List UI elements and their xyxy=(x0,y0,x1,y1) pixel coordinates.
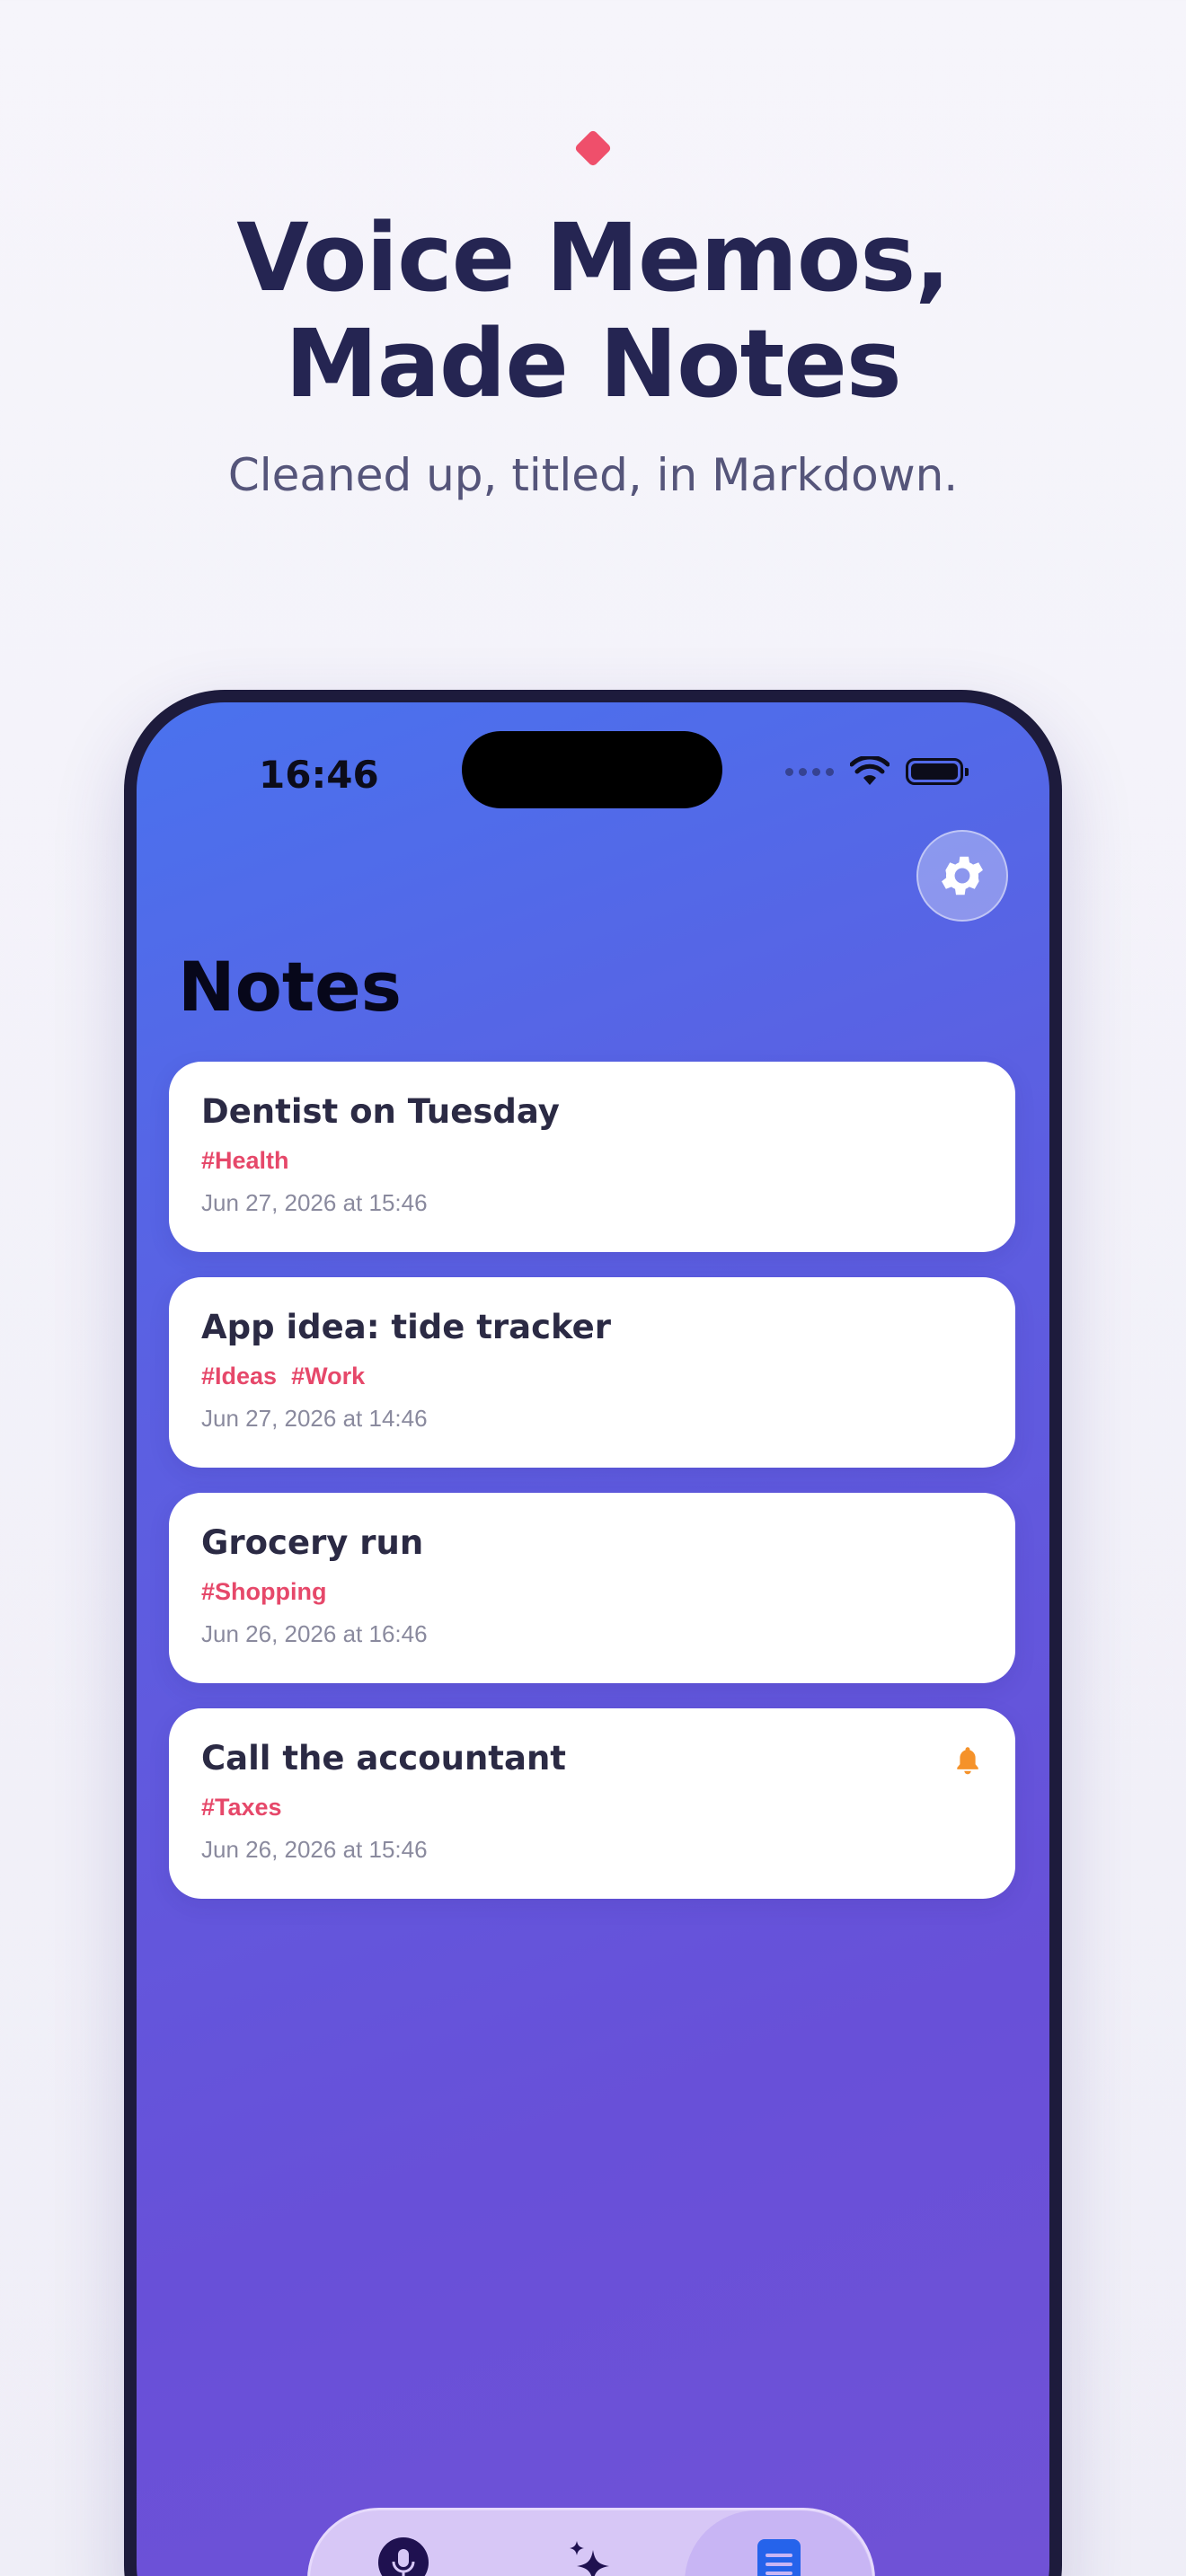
note-tags: #Health xyxy=(201,1147,983,1175)
note-tags: #Shopping xyxy=(201,1578,983,1606)
reminder-bell-icon xyxy=(957,1747,978,1775)
microphone-icon xyxy=(378,2537,429,2576)
gear-icon xyxy=(942,856,983,895)
note-tag[interactable]: #Shopping xyxy=(201,1578,326,1606)
wifi-icon xyxy=(850,756,890,785)
note-tag[interactable]: #Ideas xyxy=(201,1363,277,1390)
battery-icon xyxy=(906,758,969,785)
note-title: Dentist on Tuesday xyxy=(201,1092,560,1131)
page-title: Notes xyxy=(178,947,402,1027)
hero-headline: Voice Memos, Made Notes xyxy=(0,205,1186,417)
note-date: Jun 26, 2026 at 16:46 xyxy=(201,1620,428,1647)
note-title: Grocery run xyxy=(201,1523,424,1562)
note-card[interactable]: Dentist on Tuesday #Health Jun 27, 2026 … xyxy=(169,1062,1015,1252)
tab-bar xyxy=(307,2508,875,2576)
settings-button[interactable] xyxy=(916,830,1008,922)
note-title: App idea: tide tracker xyxy=(201,1308,612,1346)
tab-record[interactable] xyxy=(310,2510,498,2576)
note-tag[interactable]: #Work xyxy=(291,1363,365,1390)
tab-notes[interactable] xyxy=(685,2510,873,2576)
status-time: 16:46 xyxy=(259,753,379,797)
hero-headline-line-2: Made Notes xyxy=(285,309,902,419)
note-card[interactable]: App idea: tide tracker #Ideas #Work Jun … xyxy=(169,1277,1015,1468)
note-tags: #Taxes xyxy=(201,1794,983,1822)
dynamic-island xyxy=(462,731,722,808)
phone-frame: 16:46 Notes Dentist on Tuesday #Health J… xyxy=(124,690,1062,2576)
note-card[interactable]: Grocery run #Shopping Jun 26, 2026 at 16… xyxy=(169,1493,1015,1683)
note-date: Jun 27, 2026 at 14:46 xyxy=(201,1405,428,1432)
tab-enhance[interactable] xyxy=(498,2510,686,2576)
decorative-diamond-icon xyxy=(573,128,613,168)
document-icon xyxy=(757,2539,801,2576)
note-title: Call the accountant xyxy=(201,1739,566,1778)
hero-headline-line-1: Voice Memos, xyxy=(236,203,951,313)
note-tag[interactable]: #Taxes xyxy=(201,1794,282,1822)
note-tag[interactable]: #Health xyxy=(201,1147,289,1175)
cellular-signal-icon xyxy=(785,767,834,776)
phone-screen: 16:46 Notes Dentist on Tuesday #Health J… xyxy=(137,702,1049,2576)
note-date: Jun 26, 2026 at 15:46 xyxy=(201,1836,428,1863)
sparkles-icon xyxy=(570,2541,609,2576)
hero-subtitle: Cleaned up, titled, in Markdown. xyxy=(227,449,959,501)
status-indicators xyxy=(785,756,969,787)
notes-list: Dentist on Tuesday #Health Jun 27, 2026 … xyxy=(169,1062,1015,1924)
note-date: Jun 27, 2026 at 15:46 xyxy=(201,1189,428,1216)
note-tags: #Ideas #Work xyxy=(201,1363,983,1390)
note-card[interactable]: Call the accountant #Taxes Jun 26, 2026 … xyxy=(169,1708,1015,1899)
